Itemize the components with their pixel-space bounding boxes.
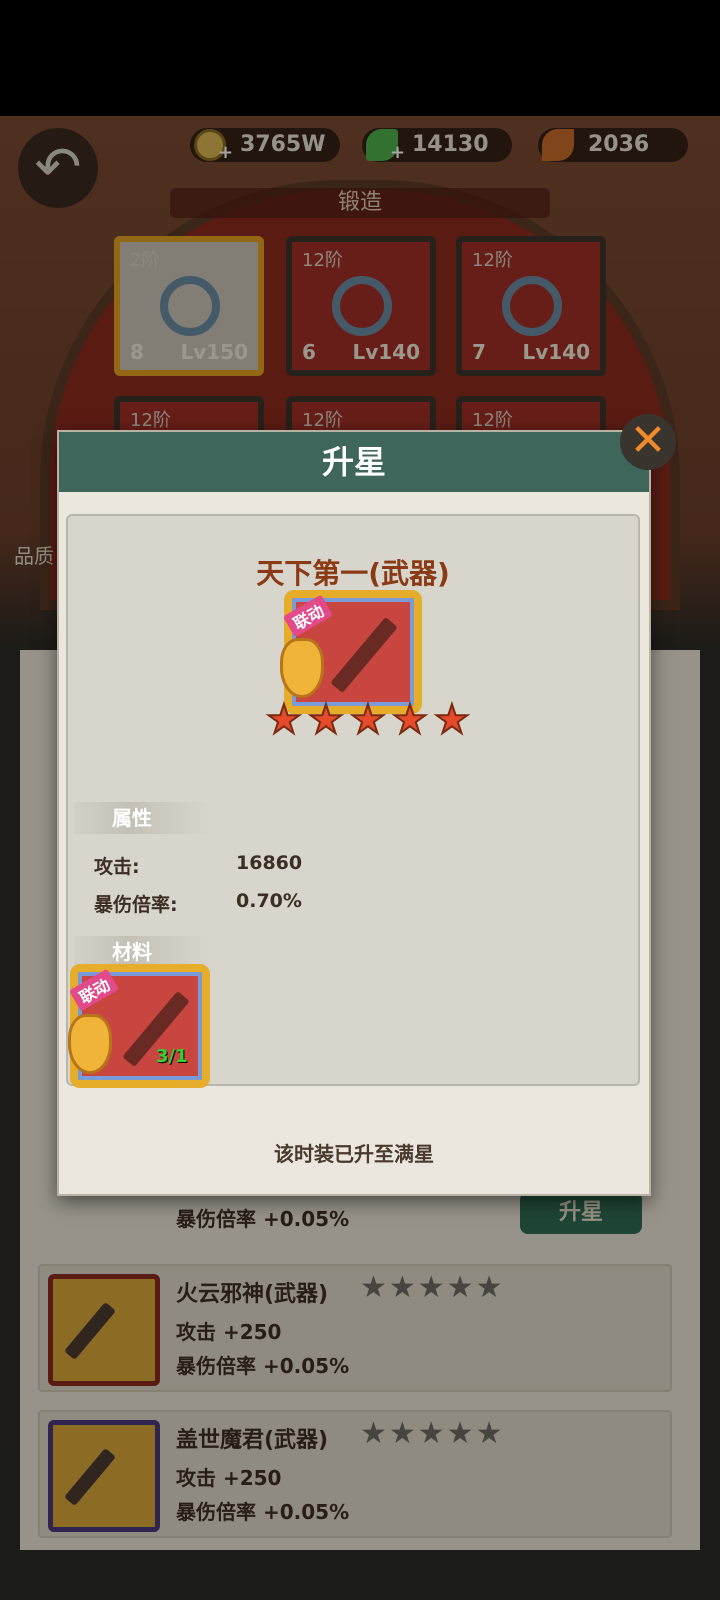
attributes-label: 属性 (74, 802, 210, 834)
crit-value: 0.70% (236, 890, 302, 912)
star-icon: ★ (391, 697, 429, 743)
attack-value: 16860 (236, 852, 303, 874)
golden-hero-face-icon (68, 1014, 112, 1074)
collab-tag: 联动 (282, 594, 334, 638)
item-name-title: 天下第一(武器) (256, 557, 450, 590)
star-icon: ★ (349, 697, 387, 743)
crit-label: 暴伤倍率: (94, 894, 178, 916)
close-x-icon[interactable]: ✕ (620, 414, 676, 470)
material-count: 3/1 (156, 1046, 188, 1067)
dialog-title: 升星 (321, 443, 386, 481)
golden-hero-face-icon (280, 638, 324, 698)
star-rating: ★ ★ ★ ★ ★ (265, 697, 476, 744)
star-icon: ★ (307, 697, 345, 743)
item-icon-frame: 联动 (280, 590, 422, 714)
star-icon: ★ (265, 697, 303, 743)
material-icon-frame[interactable]: 联动 (68, 964, 210, 1088)
sword-icon (330, 616, 398, 694)
star-icon: ★ (433, 697, 471, 743)
max-star-note: 该时装已升至满星 (274, 1142, 434, 1166)
attack-label: 攻击: (94, 856, 140, 878)
collab-tag: 联动 (68, 968, 120, 1012)
status-bar-area (0, 0, 720, 116)
